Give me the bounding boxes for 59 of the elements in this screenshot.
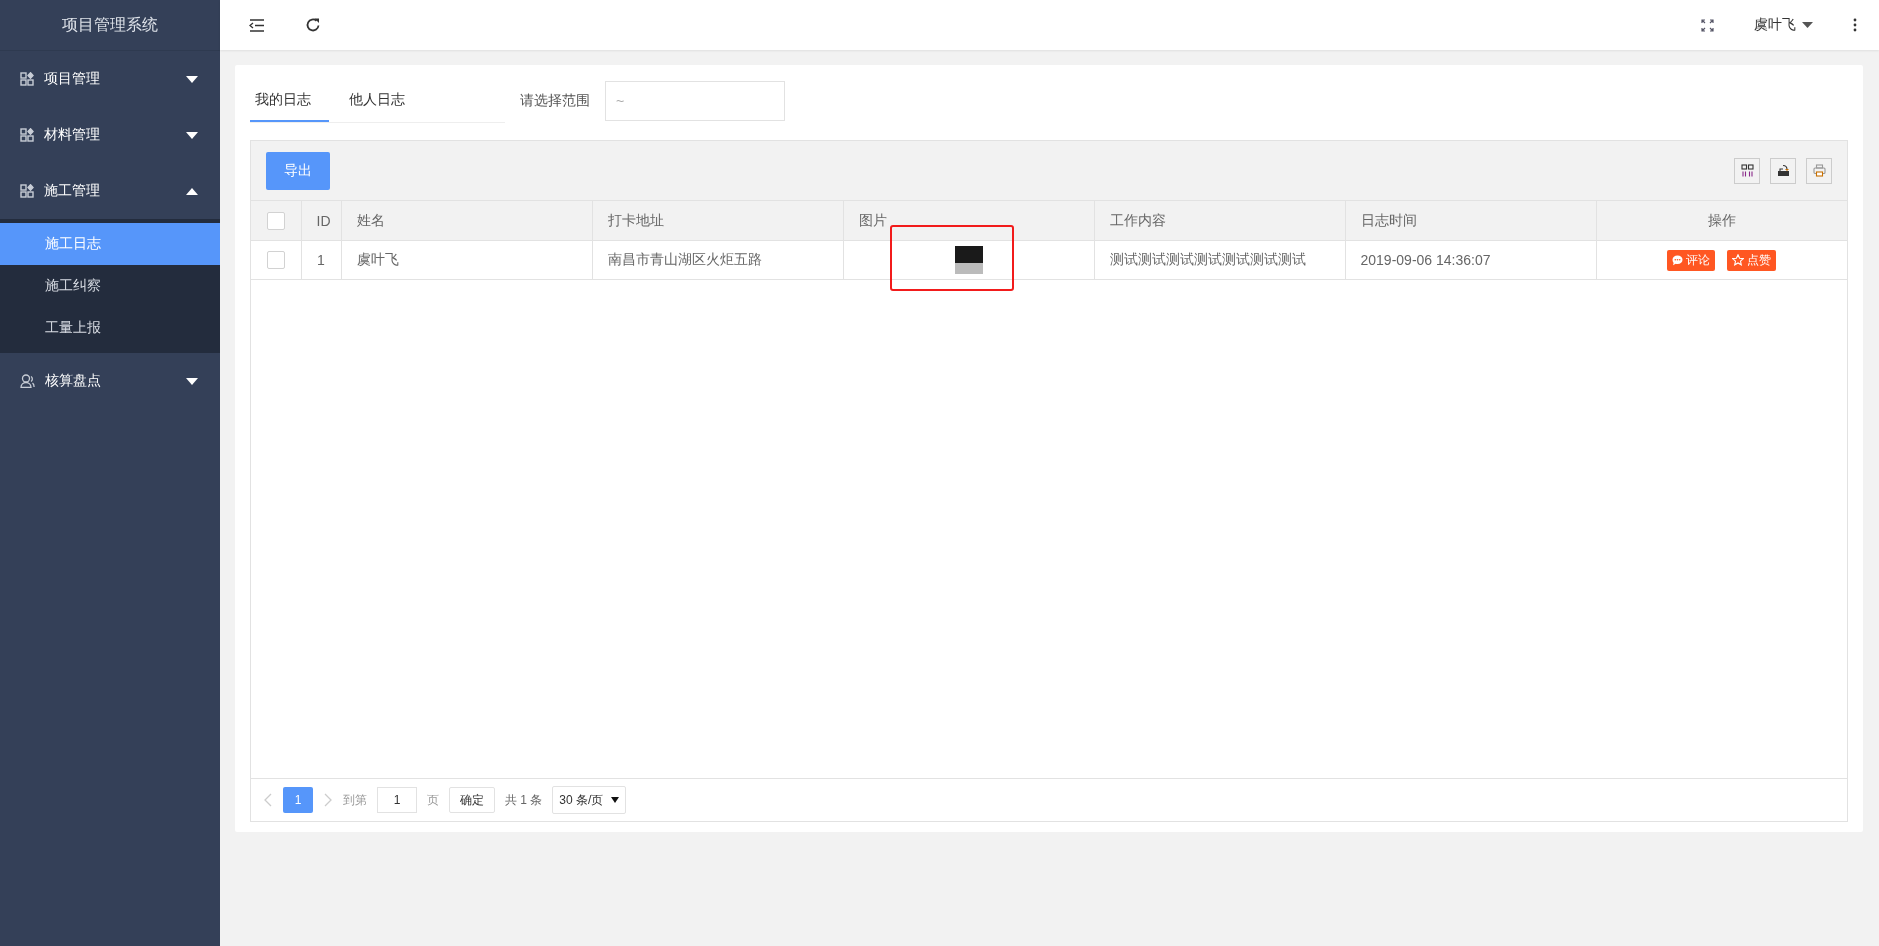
menu-label: 核算盘点: [45, 372, 102, 390]
columns-button[interactable]: [1734, 157, 1760, 184]
menu-label: 施工管理: [44, 182, 101, 200]
table-cell: 2019-09-06 14:36:07: [1345, 240, 1596, 280]
star-icon: [1732, 254, 1745, 266]
user-name: 虞叶飞: [1754, 16, 1796, 34]
menu-label: 项目管理: [44, 70, 101, 88]
submenu-item[interactable]: 工量上报: [0, 307, 220, 349]
total-count: 共 1 条: [505, 791, 543, 809]
columns-icon: [1740, 164, 1754, 177]
table-cell: 南昌市青山湖区火炬五路: [592, 240, 843, 280]
submenu-item[interactable]: 施工纠察: [0, 265, 220, 307]
caret-icon: [611, 797, 620, 803]
column-header: 日志时间: [1345, 201, 1596, 241]
apps-icon: [20, 128, 34, 142]
sidebar-menu-item[interactable]: 核算盘点: [0, 353, 220, 409]
page-size-select[interactable]: 30 条/页: [552, 786, 627, 814]
date-range-field[interactable]: ~: [605, 81, 785, 121]
column-header: 操作: [1596, 201, 1847, 241]
export-file-button[interactable]: [1770, 157, 1796, 184]
column-header: 图片: [843, 201, 1094, 241]
page-unit: 页: [427, 791, 439, 809]
print-button[interactable]: [1806, 157, 1832, 184]
caret-icon: [186, 377, 198, 385]
page-input[interactable]: 1: [377, 787, 417, 813]
range-label: 请选择范围: [520, 92, 590, 110]
user-menu[interactable]: 虞叶飞: [1754, 16, 1813, 34]
sidebar-menu-item[interactable]: 施工管理: [0, 163, 220, 219]
refresh-icon[interactable]: [305, 17, 321, 33]
caret-icon: [186, 187, 198, 195]
sidebar-menu-item[interactable]: 项目管理: [0, 51, 220, 107]
table-cell: 测试测试测试测试测试测试测试: [1094, 240, 1345, 280]
apps-icon: [20, 72, 34, 86]
caret-icon: [1802, 22, 1813, 28]
sidebar-menu-item[interactable]: 材料管理: [0, 107, 220, 163]
export-icon: [1776, 164, 1790, 177]
more-icon[interactable]: [1853, 18, 1857, 32]
table-cell: 虞叶飞: [341, 240, 592, 280]
confirm-button[interactable]: 确定: [449, 787, 495, 813]
column-header: 姓名: [341, 201, 592, 241]
tab[interactable]: 他人日志: [344, 79, 423, 122]
checkbox[interactable]: [266, 251, 285, 270]
goto-label: 到第: [343, 791, 367, 809]
column-header: 打卡地址: [592, 201, 843, 241]
checkbox[interactable]: [266, 211, 285, 230]
tab[interactable]: 我的日志: [250, 79, 329, 122]
chat-bubble-icon: [1672, 254, 1684, 266]
apps-icon: [20, 184, 34, 198]
column-header: 工作内容: [1094, 201, 1345, 241]
print-icon: [1812, 164, 1826, 177]
table-cell: 1: [301, 240, 341, 280]
menu-fold-icon[interactable]: [249, 18, 265, 32]
caret-icon: [186, 131, 198, 139]
user-icon: [20, 374, 35, 388]
fullscreen-icon[interactable]: [1701, 18, 1714, 32]
menu-label: 材料管理: [44, 126, 101, 144]
photo-placeholder[interactable]: [954, 246, 983, 274]
caret-icon: [186, 75, 198, 83]
column-header: ID: [301, 201, 341, 241]
